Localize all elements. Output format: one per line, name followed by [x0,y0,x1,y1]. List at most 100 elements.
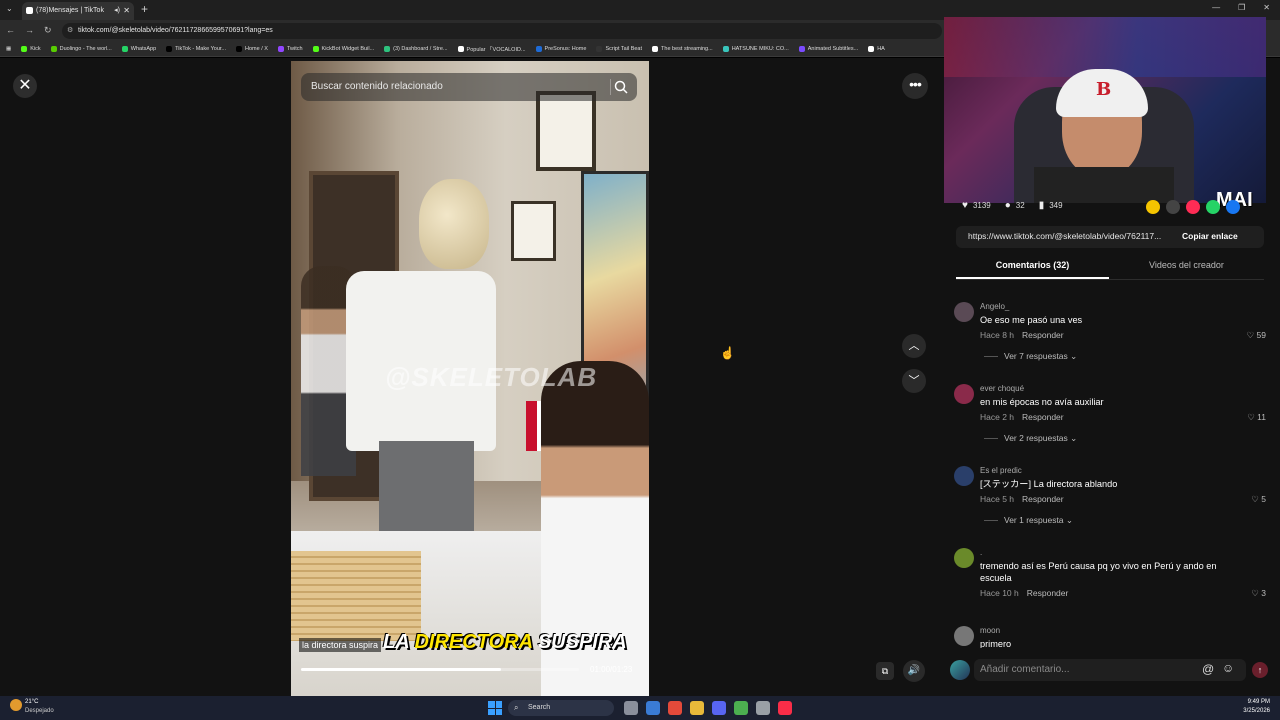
music-app-icon[interactable] [778,701,792,715]
bookmark-item[interactable]: (3) Dashboard / Stre... [384,46,448,52]
share-option-icon[interactable] [1226,200,1240,214]
reply-button[interactable]: Responder [1022,412,1064,422]
bookmark-favicon-icon [236,46,243,52]
bookmark-label: HA [877,46,885,52]
edge-icon[interactable] [646,701,660,715]
url-bar[interactable]: ⚙ tiktok.com/@skeletolab/video/762117286… [62,23,942,39]
bookmark-item[interactable]: WhatsApp [121,46,156,52]
comment-username[interactable]: moon [980,626,1000,635]
bookmark-favicon-icon [457,46,464,52]
like-stat[interactable]: ♥ 3139 [962,200,991,211]
new-tab-button[interactable]: + [141,2,148,16]
browser-tab[interactable]: (78)Mensajes | TikTok ◂) ✕ [22,2,134,20]
taskbar-search[interactable]: ⌕ Search [508,700,614,716]
previous-video-chevron-up-icon[interactable]: ︿ [902,334,926,358]
share-link-text: https://www.tiktok.com/@skeletolab/video… [968,231,1162,241]
bookmark-item[interactable]: Animated Subtitles... [798,46,858,52]
weather-sun-icon[interactable] [10,699,22,711]
copy-link-button[interactable]: Copiar enlace [1182,231,1238,241]
tab-search-menu-icon[interactable]: ⌄ [6,4,13,13]
reply-button[interactable]: Responder [1022,494,1064,504]
picture-in-picture-icon[interactable]: ⧉ [876,662,894,680]
comment-stat[interactable]: ● 32 [1005,200,1025,211]
tab-comments[interactable]: Comentarios (32) [956,260,1109,270]
commenter-avatar[interactable] [954,466,974,486]
commenter-avatar[interactable] [954,302,974,322]
chrome-icon[interactable] [734,701,748,715]
bookmark-item[interactable]: TikTok - Make Your... [166,46,226,52]
reply-button[interactable]: Responder [1022,330,1064,340]
volume-icon[interactable]: 🔊 [903,660,925,682]
navigation-buttons: ← → ↻ [6,25,52,36]
comment-text: tremendo así es Perú causa pq yo vivo en… [980,561,1217,583]
comment-like[interactable]: ♡ 5 [1251,494,1266,505]
share-option-icon[interactable] [1186,200,1200,214]
commenter-avatar[interactable] [954,626,974,646]
more-options-icon[interactable]: ••• [902,73,928,99]
bookmark-item[interactable]: HATSUNE MIKU: CO... [722,46,789,52]
commenter-avatar[interactable] [954,548,974,568]
tab-close-icon[interactable]: ✕ [123,2,130,20]
comment-like[interactable]: ♡ 3 [1251,588,1266,599]
bookmark-item[interactable]: Popular 「VOCALOID... [457,45,526,53]
send-comment-button[interactable]: ↑ [1252,662,1268,678]
task-view-icon[interactable] [624,701,638,715]
related-search-input[interactable]: Buscar contenido relacionado [301,73,637,101]
comment-like[interactable]: ♡ 59 [1247,330,1266,341]
bookmark-item[interactable]: Duolingo - The worl... [50,46,112,52]
comment-like[interactable]: ♡ 11 [1247,412,1266,423]
maximize-icon[interactable]: ❐ [1238,3,1245,12]
video-skeleton-skull [419,179,489,269]
bookmark-item[interactable]: Twitch [277,46,303,52]
window-close-icon[interactable]: ✕ [1263,3,1270,12]
comment-count: 32 [1015,201,1025,210]
bookmark-item[interactable]: Home / X [236,46,268,52]
bookmark-favicon-icon [798,46,805,52]
comment-bubble-icon: ● [1004,200,1011,211]
bookmark-item[interactable]: Kick [21,46,41,52]
tab-creator-videos[interactable]: Videos del creador [1110,260,1263,270]
reload-icon[interactable]: ↻ [44,25,52,36]
url-text: tiktok.com/@skeletolab/video/76211728665… [78,27,273,34]
save-stat[interactable]: ▮ 349 [1039,200,1063,211]
site-info-icon[interactable]: ⚙ [67,23,73,39]
bookmark-label: Twitch [286,46,303,52]
share-option-icon[interactable] [1146,200,1160,214]
comment-username[interactable]: ever choqué [980,384,1024,393]
video-progress-bar[interactable] [301,668,579,671]
emoji-icon[interactable]: ☺ [1222,661,1234,675]
reply-button[interactable]: Responder [1027,588,1069,598]
mention-icon[interactable]: @ [1202,662,1214,676]
settings-icon[interactable] [756,701,770,715]
next-video-chevron-down-icon[interactable]: ﹀ [902,369,926,393]
bookmark-item[interactable]: KickBot Widget Buil... [312,46,374,52]
start-button[interactable] [488,701,502,715]
comment-username[interactable]: Es el predic [980,466,1022,475]
view-replies-button[interactable]: Ver 1 respuesta ⌄ [984,515,1073,526]
forward-icon[interactable]: → [25,25,34,36]
bookmark-label: Script Tail Beat [605,46,643,52]
tab-audio-icon[interactable]: ◂) [114,2,120,20]
video-progress-fill [301,668,502,671]
bookmark-item[interactable]: PreSonus: Home [535,46,586,52]
close-video-button[interactable]: ✕ [13,74,37,98]
discord-icon[interactable] [712,701,726,715]
apps-grid-icon[interactable]: ▦ [6,46,11,52]
view-replies-button[interactable]: Ver 2 respuestas ⌄ [984,433,1077,444]
share-option-icon[interactable] [1166,200,1180,214]
bookmark-item[interactable]: HA [868,46,885,52]
comment-username[interactable]: . [980,548,982,557]
share-option-icon[interactable] [1206,200,1220,214]
app-icon[interactable] [668,701,682,715]
bookmark-label: Kick [30,46,41,52]
comment-username[interactable]: Angelo_ [980,302,1009,311]
clock-date: 3/25/2026 [1243,708,1270,714]
bookmark-item[interactable]: The best streaming... [652,46,713,52]
bookmark-item[interactable]: Script Tail Beat [596,46,642,52]
commenter-avatar[interactable] [954,384,974,404]
search-icon[interactable] [614,80,628,94]
file-explorer-icon[interactable] [690,701,704,715]
minimize-icon[interactable]: — [1212,3,1220,12]
back-icon[interactable]: ← [6,25,15,36]
view-replies-button[interactable]: Ver 7 respuestas ⌄ [984,351,1077,362]
